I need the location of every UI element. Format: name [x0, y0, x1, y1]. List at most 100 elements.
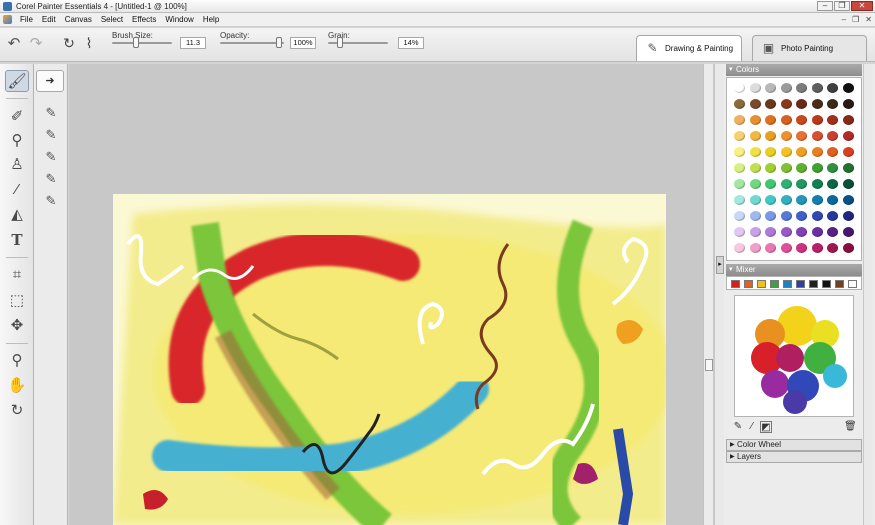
magnifier-icon[interactable]: ⚲ — [5, 350, 29, 372]
menu-select[interactable]: Select — [101, 15, 123, 24]
trash-icon[interactable]: 🗑 — [844, 421, 857, 433]
rect-select-icon[interactable]: ⬚ — [5, 290, 29, 312]
brush-size-thumb[interactable] — [133, 37, 139, 48]
brush-size-field[interactable]: 11.3 — [180, 37, 206, 49]
minimize-button[interactable]: – — [817, 1, 833, 11]
mixer-color-swatch[interactable] — [822, 280, 831, 288]
color-swatch[interactable] — [842, 83, 854, 93]
color-swatch[interactable] — [749, 243, 761, 253]
crop-icon[interactable]: ⌗ — [5, 264, 29, 286]
color-swatch[interactable] — [780, 99, 792, 109]
redo-icon[interactable]: ↷ — [27, 35, 45, 53]
color-swatch[interactable] — [796, 179, 807, 189]
color-swatch[interactable] — [796, 227, 807, 237]
menu-effects[interactable]: Effects — [132, 15, 156, 24]
color-swatch[interactable] — [827, 179, 838, 189]
color-swatch[interactable] — [842, 147, 854, 157]
color-swatch[interactable] — [780, 211, 792, 221]
color-swatch[interactable] — [796, 83, 807, 93]
opacity-field[interactable]: 100% — [290, 37, 316, 49]
color-swatch[interactable] — [796, 99, 807, 109]
reset-tool-icon[interactable]: ↻ — [60, 34, 78, 52]
scroll-grip[interactable] — [705, 359, 713, 371]
color-swatch[interactable] — [842, 163, 854, 173]
brush-variant-icon[interactable]: ✎ — [40, 192, 62, 210]
color-swatch[interactable] — [827, 83, 838, 93]
color-swatch[interactable] — [827, 211, 838, 221]
undo-icon[interactable]: ↶ — [5, 35, 23, 53]
panel-toggle-icon[interactable]: ▸ — [716, 256, 724, 274]
color-swatch[interactable] — [780, 83, 792, 93]
color-swatch[interactable] — [734, 211, 745, 221]
menu-edit[interactable]: Edit — [42, 15, 56, 24]
color-swatch[interactable] — [749, 179, 761, 189]
color-swatch[interactable] — [734, 147, 745, 157]
mixer-sample-icon[interactable]: ◩ — [760, 421, 772, 433]
color-swatch[interactable] — [796, 131, 807, 141]
mixer-color-swatch[interactable] — [796, 280, 805, 288]
color-swatch[interactable] — [796, 243, 807, 253]
layers-panel-header[interactable]: ▶ Layers — [726, 451, 862, 463]
doc-close-button[interactable]: ✕ — [865, 15, 872, 24]
opacity-slider[interactable] — [220, 42, 284, 44]
brush-variant-icon[interactable]: ✎ — [40, 148, 62, 166]
text-icon[interactable]: T — [5, 229, 29, 251]
color-swatch[interactable] — [734, 195, 745, 205]
color-swatch[interactable] — [749, 211, 761, 221]
opacity-thumb[interactable] — [276, 37, 282, 48]
brush-icon[interactable]: 🖌 — [5, 70, 29, 92]
color-swatch[interactable] — [796, 163, 807, 173]
color-swatch[interactable] — [749, 83, 761, 93]
mixer-brush-icon[interactable]: ✎ — [732, 421, 744, 433]
mixer-color-swatch[interactable] — [835, 280, 844, 288]
color-swatch[interactable] — [780, 227, 792, 237]
color-swatch[interactable] — [796, 211, 807, 221]
color-swatch[interactable] — [842, 195, 854, 205]
color-swatch[interactable] — [780, 195, 792, 205]
brush-variant-icon[interactable]: ✎ — [40, 170, 62, 188]
color-swatch[interactable] — [749, 195, 761, 205]
color-swatch[interactable] — [780, 115, 792, 125]
color-swatch[interactable] — [749, 147, 761, 157]
maximize-button[interactable]: ❐ — [834, 1, 850, 11]
hand-icon[interactable]: ✋ — [5, 375, 29, 397]
color-swatch[interactable] — [765, 179, 776, 189]
painting-canvas[interactable] — [113, 194, 666, 525]
color-swatch[interactable] — [811, 179, 823, 189]
mixer-color-swatch[interactable] — [770, 280, 779, 288]
color-swatch[interactable] — [749, 163, 761, 173]
mixer-dropper-icon[interactable]: ⁄ — [746, 421, 758, 433]
color-swatch[interactable] — [765, 83, 776, 93]
color-swatch[interactable] — [842, 243, 854, 253]
color-swatch[interactable] — [842, 211, 854, 221]
color-swatch[interactable] — [796, 147, 807, 157]
color-swatch[interactable] — [765, 211, 776, 221]
menu-canvas[interactable]: Canvas — [65, 15, 92, 24]
color-swatch[interactable] — [811, 195, 823, 205]
menu-help[interactable]: Help — [203, 15, 219, 24]
color-swatch[interactable] — [749, 115, 761, 125]
transform-icon[interactable]: ✥ — [5, 315, 29, 337]
color-swatch[interactable] — [749, 131, 761, 141]
color-swatch[interactable] — [842, 115, 854, 125]
color-swatch[interactable] — [765, 163, 776, 173]
close-button[interactable]: ✕ — [851, 1, 873, 11]
menu-file[interactable]: File — [20, 15, 33, 24]
doc-restore-button[interactable]: ❐ — [852, 15, 859, 24]
color-swatch[interactable] — [827, 195, 838, 205]
color-swatch[interactable] — [749, 99, 761, 109]
color-swatch[interactable] — [827, 243, 838, 253]
brush-variant-icon[interactable]: ✎ — [40, 104, 62, 122]
color-swatch[interactable] — [827, 131, 838, 141]
color-swatch[interactable] — [811, 243, 823, 253]
color-swatch[interactable] — [765, 131, 776, 141]
color-swatch[interactable] — [765, 99, 776, 109]
mixer-color-swatch[interactable] — [744, 280, 753, 288]
brush-variant-icon[interactable]: ✎ — [40, 126, 62, 144]
color-swatch[interactable] — [734, 99, 745, 109]
color-swatch[interactable] — [765, 115, 776, 125]
color-swatch[interactable] — [780, 147, 792, 157]
color-wheel-panel-header[interactable]: ▶ Color Wheel — [726, 439, 862, 451]
color-swatch[interactable] — [811, 131, 823, 141]
color-swatch[interactable] — [780, 243, 792, 253]
